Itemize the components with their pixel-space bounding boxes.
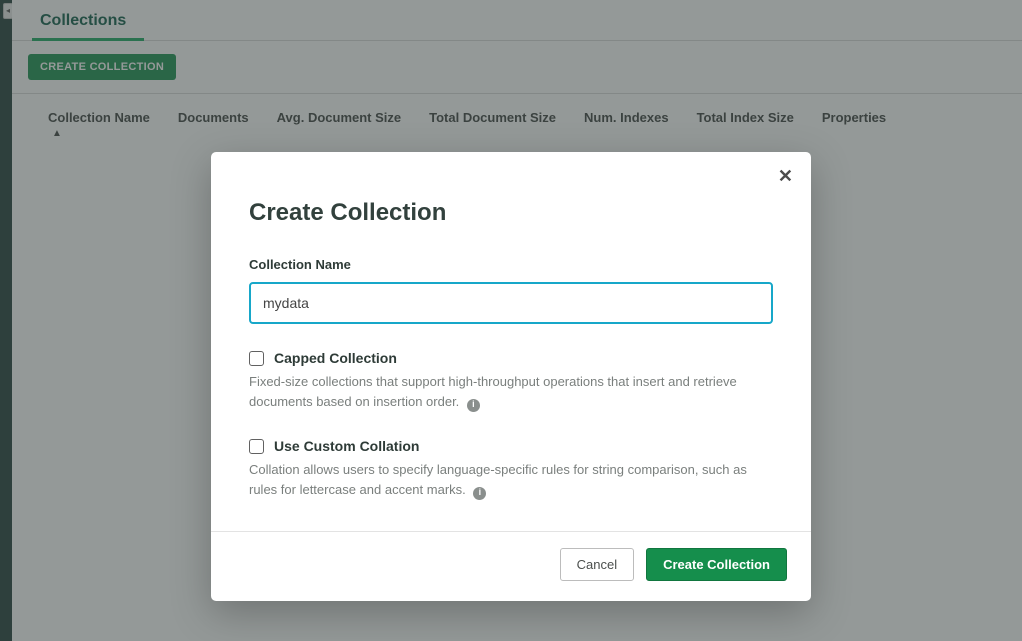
collation-help-text: Collation allows users to specify langua… — [249, 460, 773, 500]
modal-footer: Cancel Create Collection — [211, 531, 811, 601]
info-icon[interactable]: i — [473, 487, 486, 500]
cancel-button[interactable]: Cancel — [560, 548, 634, 581]
modal-overlay[interactable]: ✕ Create Collection Collection Name Capp… — [0, 0, 1022, 641]
capped-label[interactable]: Capped Collection — [274, 350, 397, 366]
capped-help-text: Fixed-size collections that support high… — [249, 372, 773, 412]
create-collection-modal: ✕ Create Collection Collection Name Capp… — [211, 152, 811, 601]
modal-title: Create Collection — [249, 199, 773, 227]
collection-name-input[interactable] — [249, 282, 773, 324]
close-icon[interactable]: ✕ — [778, 166, 793, 187]
submit-create-collection-button[interactable]: Create Collection — [646, 548, 787, 581]
collation-checkbox[interactable] — [249, 439, 264, 454]
capped-checkbox[interactable] — [249, 351, 264, 366]
collection-name-label: Collection Name — [249, 257, 773, 272]
collation-label[interactable]: Use Custom Collation — [274, 438, 419, 454]
info-icon[interactable]: i — [467, 399, 480, 412]
capped-help-body: Fixed-size collections that support high… — [249, 374, 737, 409]
collation-help-body: Collation allows users to specify langua… — [249, 462, 747, 497]
